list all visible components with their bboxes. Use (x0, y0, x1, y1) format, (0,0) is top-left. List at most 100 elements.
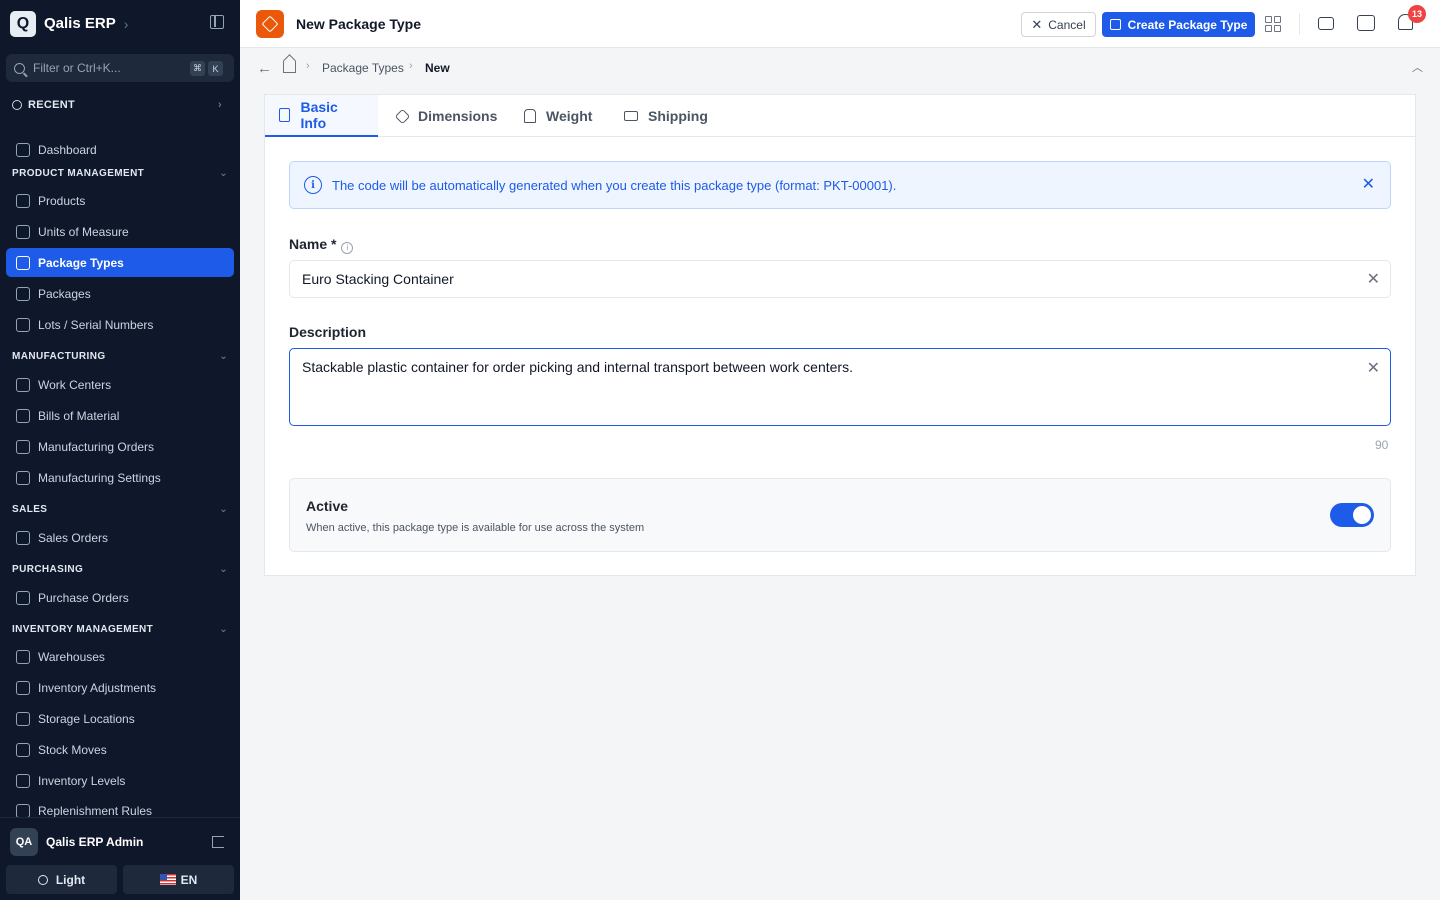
info-icon: i (304, 176, 322, 194)
create-package-type-button[interactable]: Create Package Type (1102, 12, 1255, 37)
sidebar-item-replenishment-rules[interactable]: Replenishment Rules (6, 797, 234, 817)
section-inventory-management[interactable]: INVENTORY MANAGEMENT ⌄ (12, 624, 228, 635)
description-label: Description (289, 324, 367, 340)
sidebar-item-inventory-adjustments[interactable]: Inventory Adjustments (6, 673, 234, 702)
clear-icon[interactable]: ✕ (1367, 269, 1380, 289)
logout-icon[interactable] (212, 836, 224, 848)
tab-shipping[interactable]: Shipping (624, 95, 708, 137)
chevron-right-icon: › (306, 60, 310, 72)
sidebar-item-label: Stock Moves (38, 742, 107, 757)
sidebar-item-label: Replenishment Rules (38, 804, 153, 817)
sidebar-item-warehouses[interactable]: Warehouses (6, 642, 234, 671)
sidebar-item-lots-serial[interactable]: Lots / Serial Numbers (6, 310, 234, 339)
sidebar-item-label: Storage Locations (38, 711, 135, 726)
chevron-right-icon: › (409, 60, 413, 72)
sidebar-item-bills-of-material[interactable]: Bills of Material (6, 401, 234, 430)
sidebar-item-inventory-levels[interactable]: Inventory Levels (6, 766, 234, 795)
us-flag-icon (159, 874, 176, 885)
recent-toggle[interactable]: RECENT › (12, 99, 222, 111)
home-icon[interactable] (283, 61, 296, 73)
sidebar-toggle-icon[interactable] (210, 15, 224, 29)
sidebar-item-dashboard[interactable]: Dashboard (6, 135, 234, 164)
sidebar-item-label: Lots / Serial Numbers (38, 317, 154, 332)
chevron-down-icon: ⌄ (219, 168, 228, 179)
sidebar-item-units-of-measure[interactable]: Units of Measure (6, 217, 234, 246)
tab-label: Shipping (648, 108, 708, 124)
cancel-label: Cancel (1048, 17, 1086, 32)
sidebar-item-storage-locations[interactable]: Storage Locations (6, 704, 234, 733)
filter-placeholder: Filter or Ctrl+K... (33, 61, 121, 75)
language-button[interactable]: EN (123, 865, 234, 894)
sidebar-item-stock-moves[interactable]: Stock Moves (6, 735, 234, 764)
sidebar-item-purchase-orders[interactable]: Purchase Orders (6, 583, 234, 612)
page-title: New Package Type (296, 16, 422, 32)
chevron-down-icon: ⌄ (219, 624, 228, 635)
description-field[interactable]: Stackable plastic container for order pi… (289, 348, 1391, 426)
box-icon (16, 193, 30, 208)
topbar: New Package Type ✕ Cancel Create Package… (240, 0, 1440, 48)
tab-label: Basic Info (300, 99, 338, 131)
map-pin-icon (16, 711, 30, 726)
kbd-cmd: ⌘ (190, 61, 205, 76)
sidebar-item-packages[interactable]: Packages (6, 279, 234, 308)
sidebar-item-label: Inventory Adjustments (38, 680, 157, 695)
breadcrumb: ← › Package Types › New ︿ (240, 49, 1440, 87)
section-label: MANUFACTURING (12, 351, 106, 362)
section-product-management[interactable]: PRODUCT MANAGEMENT ⌄ (12, 168, 228, 179)
cart-icon (16, 590, 30, 605)
document-icon (279, 108, 291, 122)
sidebar-item-label: Work Centers (38, 377, 112, 392)
info-text: The code will be automatically generated… (332, 177, 897, 193)
tab-basic-info[interactable]: Basic Info (265, 95, 378, 137)
sidebar-item-label: Purchase Orders (38, 590, 129, 605)
form-card: Basic Info Dimensions Weight Shipping i … (264, 94, 1416, 576)
section-label: PRODUCT MANAGEMENT (12, 168, 145, 179)
sliders-icon (16, 470, 30, 485)
section-sales[interactable]: SALES ⌄ (12, 504, 228, 515)
name-field[interactable]: Euro Stacking Container ✕ (289, 260, 1391, 298)
document-icon (16, 530, 30, 545)
user-profile[interactable]: QA Qalis ERP Admin (0, 817, 240, 865)
sidebar-item-label: Products (38, 193, 86, 208)
save-icon (1109, 19, 1121, 30)
breadcrumb-package-types[interactable]: Package Types (322, 61, 404, 75)
active-toggle[interactable] (1330, 503, 1374, 527)
hierarchy-icon (16, 408, 30, 423)
apps-grid-icon[interactable] (1265, 16, 1281, 32)
sidebar-item-label: Units of Measure (38, 224, 129, 239)
back-arrow-icon[interactable]: ← (257, 60, 272, 77)
sidebar: Q Qalis ERP › Filter or Ctrl+K... ⌘ K RE… (0, 0, 240, 900)
sidebar-item-package-types[interactable]: Package Types (6, 248, 234, 277)
sidebar-item-label: Warehouses (38, 649, 105, 664)
factory-icon (16, 377, 30, 392)
app-logo: Q (10, 10, 36, 37)
chevron-up-icon[interactable]: ︿ (1412, 59, 1423, 75)
cancel-button[interactable]: ✕ Cancel (1021, 12, 1096, 37)
brand[interactable]: Q Qalis ERP › (10, 10, 128, 37)
sun-icon (37, 874, 48, 885)
weight-icon (524, 109, 536, 123)
sidebar-item-manufacturing-orders[interactable]: Manufacturing Orders (6, 432, 234, 461)
avatar: QA (10, 827, 38, 856)
kbd-k: K (208, 61, 223, 76)
tab-label: Weight (546, 108, 593, 124)
section-manufacturing[interactable]: MANUFACTURING ⌄ (12, 351, 228, 362)
theme-toggle-button[interactable]: Light (6, 865, 117, 894)
sidebar-item-work-centers[interactable]: Work Centers (6, 370, 234, 399)
chat-icon[interactable] (1357, 15, 1375, 31)
chevron-right-icon: › (123, 15, 129, 32)
filter-input[interactable]: Filter or Ctrl+K... ⌘ K (6, 54, 234, 82)
info-icon[interactable]: i (341, 242, 354, 254)
tab-weight[interactable]: Weight (524, 95, 592, 137)
sidebar-item-manufacturing-settings[interactable]: Manufacturing Settings (6, 463, 234, 492)
sidebar-item-sales-orders[interactable]: Sales Orders (6, 523, 234, 552)
box-icon (394, 108, 411, 124)
close-icon[interactable]: ✕ (1362, 174, 1375, 194)
sidebar-item-products[interactable]: Products (6, 186, 234, 215)
section-purchasing[interactable]: PURCHASING ⌄ (12, 564, 228, 575)
tab-dimensions[interactable]: Dimensions (394, 95, 498, 137)
tab-label: Dimensions (418, 108, 498, 124)
bot-icon[interactable] (1318, 17, 1334, 30)
tab-bar: Basic Info Dimensions Weight Shipping (265, 95, 1415, 137)
clear-icon[interactable]: ✕ (1367, 358, 1380, 378)
